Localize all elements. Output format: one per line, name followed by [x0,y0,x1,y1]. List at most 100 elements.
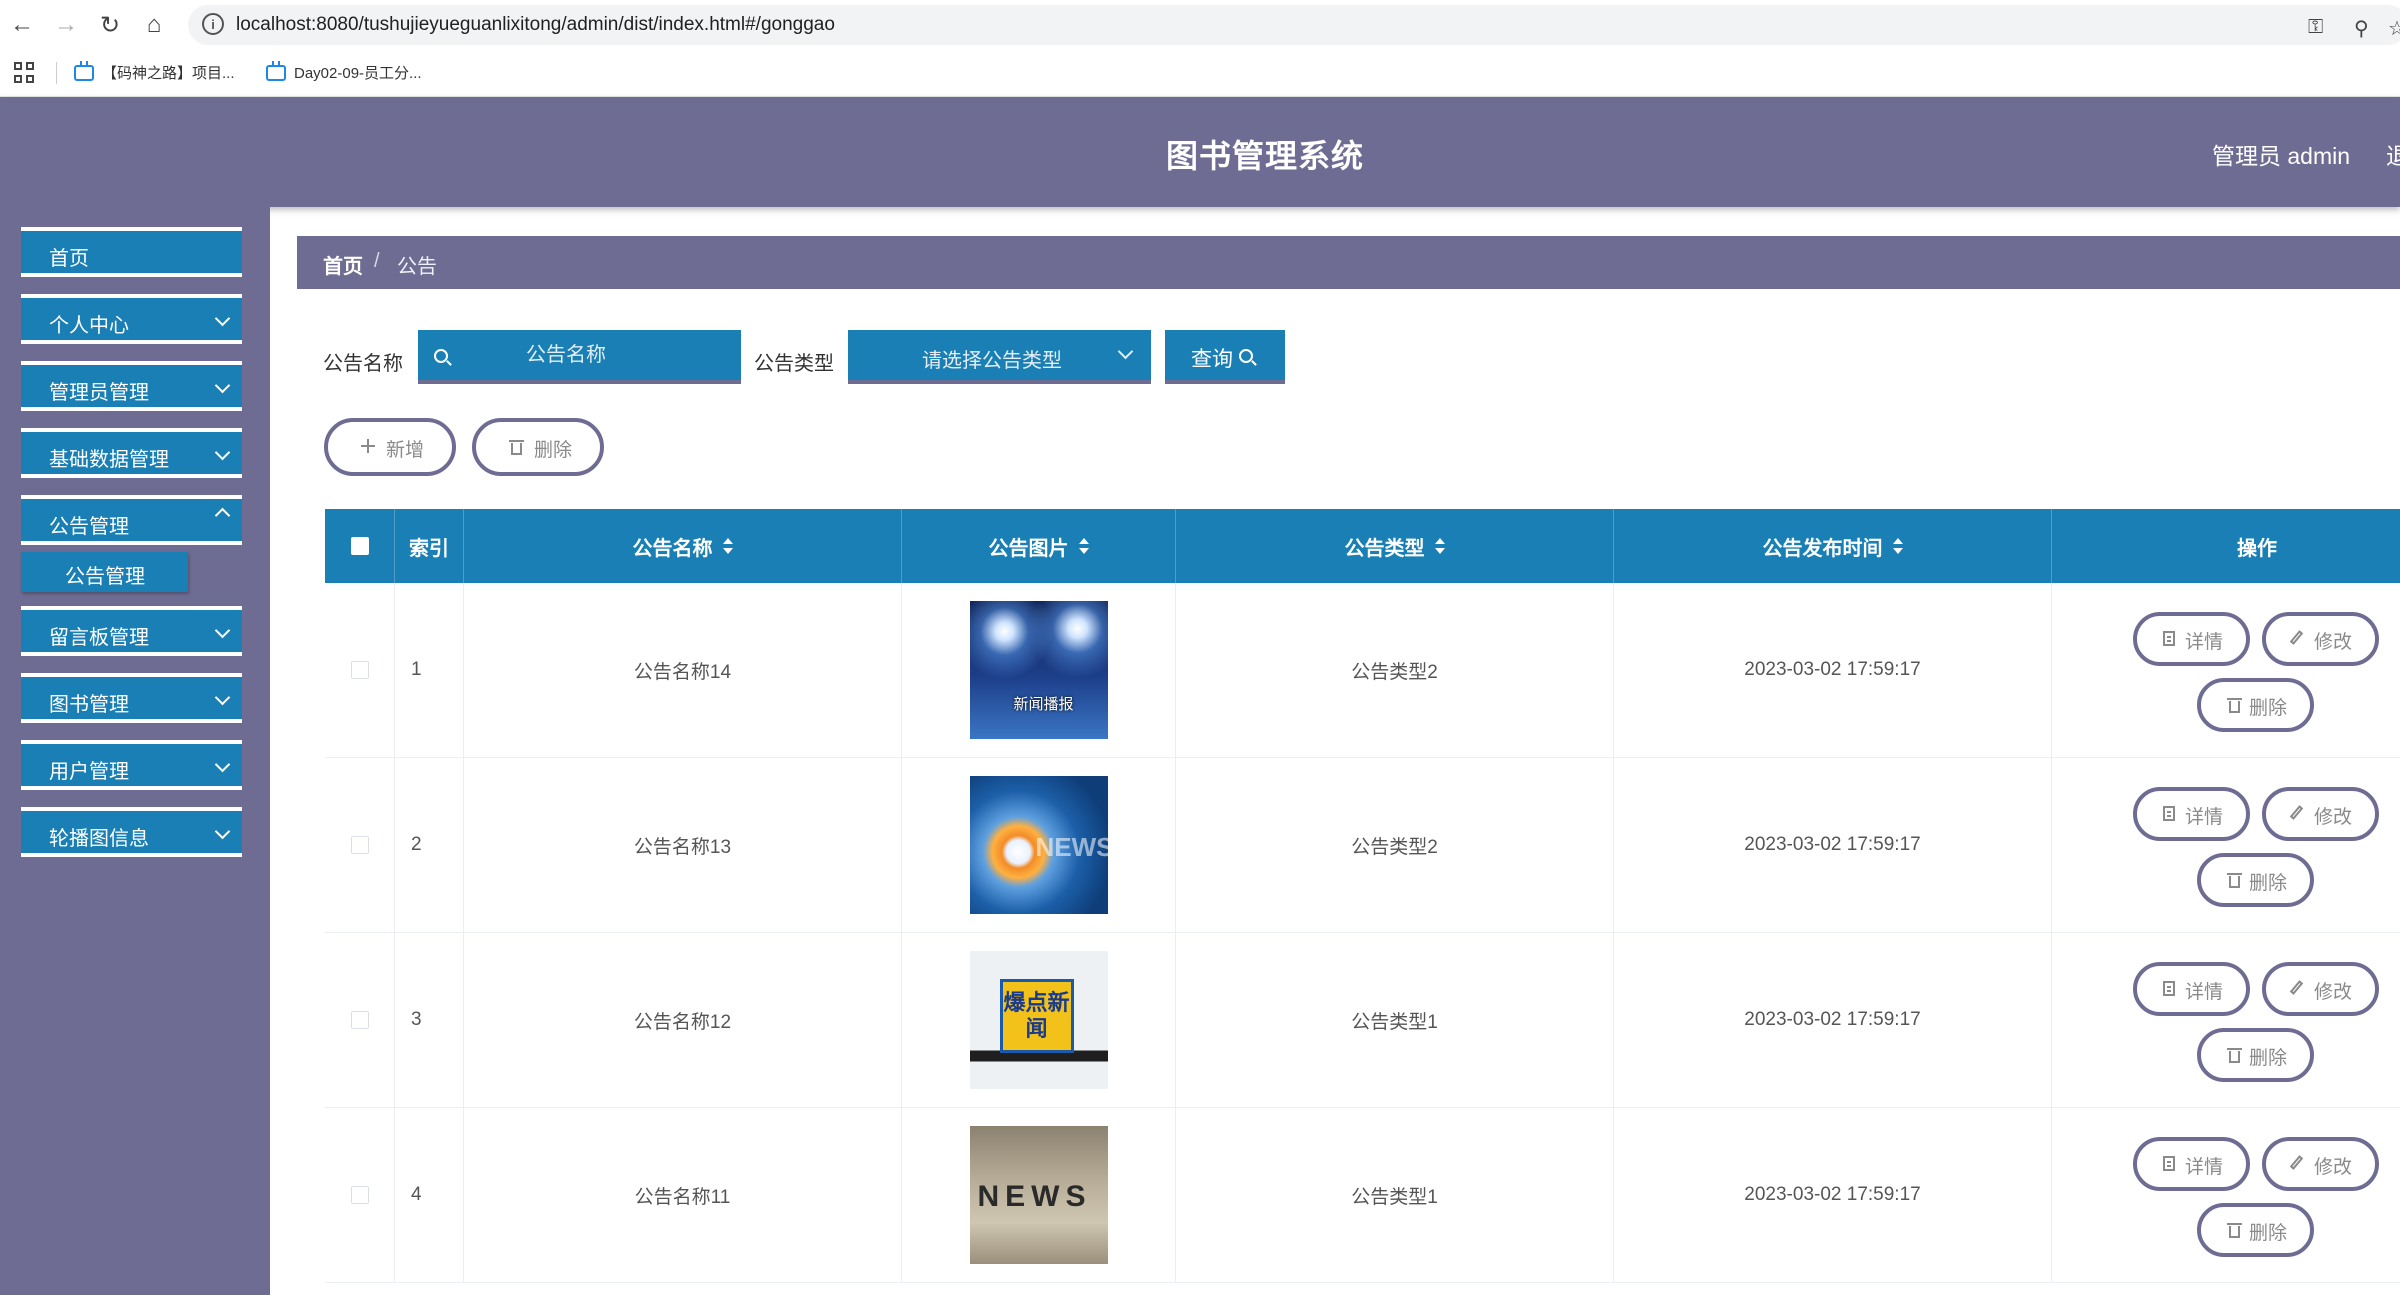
row-checkbox[interactable] [350,661,369,679]
sidebar-item-label: 管理员管理 [49,382,149,404]
sidebar-item-notice-management[interactable]: 公告管理 [21,495,242,545]
edit-button[interactable]: 修改 [2262,962,2379,1016]
notice-name-input[interactable] [462,330,732,380]
sidebar-subitem-notice[interactable]: 公告管理 [21,552,188,592]
zoom-search-icon[interactable]: ⚲ [2354,16,2369,41]
bookmark-item[interactable]: 【码神之路】项目... [74,60,235,83]
logout-link[interactable]: 退 [2386,137,2400,171]
row-type-cell: 公告类型2 [1176,758,1614,932]
detail-button[interactable]: 详情 [2133,962,2250,1016]
row-index: 3 [411,1009,422,1030]
sidebar-item-admin-management[interactable]: 管理员管理 [21,361,242,411]
delete-button[interactable]: 删除 [2197,1203,2314,1257]
column-notice-name[interactable]: 公告名称 [464,509,902,583]
column-notice-type[interactable]: 公告类型 [1176,509,1614,583]
search-icon [434,349,448,363]
sidebar-item-user-management[interactable]: 用户管理 [21,740,242,790]
delete-button[interactable]: 删除 [2197,853,2314,907]
forward-icon[interactable]: → [52,11,80,39]
breadcrumb-home[interactable]: 首页 [323,250,363,279]
delete-button-label: 删除 [2249,1048,2288,1069]
document-icon [2163,981,2175,996]
column-publish-time[interactable]: 公告发布时间 [1614,509,2052,583]
key-icon[interactable]: ⚿ [2308,16,2323,39]
sidebar-item-label: 轮播图信息 [49,828,149,850]
sort-icon[interactable] [1892,538,1903,554]
url-text[interactable]: localhost:8080/tushujieyueguanlixitong/a… [236,14,835,36]
notice-image[interactable]: NEWS [969,1126,1108,1264]
reload-icon[interactable]: ↻ [96,11,124,39]
search-icon [1239,349,1253,363]
select-all-column [325,509,395,583]
row-index-cell: 1 [395,583,464,757]
back-icon[interactable]: ← [8,11,36,39]
browser-address-bar: ← → ↻ ⌂ i localhost:8080/tushujieyueguan… [0,0,2400,50]
notice-name-input-wrap [418,330,741,384]
notice-type-placeholder: 请选择公告类型 [922,350,1062,372]
sidebar-item-carousel[interactable]: 轮播图信息 [21,807,242,857]
bookmark-label: 【码神之路】项目... [102,65,235,82]
chevron-down-icon [214,622,231,639]
select-all-checkbox[interactable] [350,537,369,555]
notice-image[interactable]: 新闻播报 [969,601,1108,739]
edit-button[interactable]: 修改 [2262,787,2379,841]
sidebar-item-label: 个人中心 [49,315,129,337]
row-checkbox[interactable] [350,1186,369,1204]
sort-icon[interactable] [1078,538,1089,554]
column-actions: 操作 [2052,509,2400,583]
current-user: 管理员 admin [2212,143,2351,169]
sidebar-item-book-management[interactable]: 图书管理 [21,673,242,723]
detail-button[interactable]: 详情 [2133,787,2250,841]
notice-image[interactable]: 爆点新闻 [969,951,1108,1089]
sort-icon[interactable] [722,538,733,554]
sidebar-item-label: 留言板管理 [49,627,149,649]
add-button[interactable]: 新增 [324,418,456,476]
app-title: 图书管理系统 [1165,138,1364,174]
notice-type-select[interactable]: 请选择公告类型 [848,330,1151,384]
site-info-icon[interactable]: i [202,13,224,35]
delete-button-label: 删除 [2249,698,2288,719]
image-caption: 新闻播报 [1013,696,1074,713]
sidebar-item-label: 首页 [49,248,89,270]
add-button-label: 新增 [386,440,425,461]
edit-button-label: 修改 [2314,807,2353,828]
breadcrumb-current: 公告 [397,256,437,278]
sort-icon[interactable] [1434,538,1445,554]
detail-button[interactable]: 详情 [2133,1137,2250,1191]
notice-name: 公告名称11 [634,1186,731,1208]
bookmark-item[interactable]: Day02-09-员工分... [266,60,422,83]
edit-button[interactable]: 修改 [2262,1137,2379,1191]
row-select-cell [325,758,395,932]
apps-grid-icon[interactable] [14,62,36,84]
row-index-cell: 4 [395,1108,464,1282]
delete-button[interactable]: 删除 [2197,1028,2314,1082]
chevron-down-icon [214,377,231,394]
detail-button[interactable]: 详情 [2133,612,2250,666]
row-select-cell [325,933,395,1107]
row-name-cell: 公告名称12 [464,933,902,1107]
star-icon[interactable]: ☆ [2388,16,2400,41]
chevron-down-icon [1117,343,1134,360]
column-index: 索引 [395,509,464,583]
column-notice-image[interactable]: 公告图片 [902,509,1176,583]
notice-image[interactable]: NEWS [969,776,1108,914]
row-name-cell: 公告名称14 [464,583,902,757]
sidebar-item-label: 图书管理 [49,694,129,716]
sidebar-item-message-board[interactable]: 留言板管理 [21,606,242,656]
query-button[interactable]: 查询 [1165,330,1285,384]
url-field[interactable]: i localhost:8080/tushujieyueguanlixitong… [188,5,2400,45]
sidebar-item-home[interactable]: 首页 [21,227,242,277]
trash-icon [2227,1048,2242,1063]
row-checkbox[interactable] [350,1011,369,1029]
home-icon[interactable]: ⌂ [140,11,168,39]
plus-icon [361,439,375,453]
row-checkbox[interactable] [350,836,369,854]
batch-delete-button[interactable]: 删除 [472,418,604,476]
row-image-cell: NEWS [902,1108,1176,1282]
edit-button[interactable]: 修改 [2262,612,2379,666]
table-row: 3 公告名称12 爆点新闻 公告类型1 2023-03-02 17:59:17 详情 修改删… [325,933,2400,1108]
sidebar-item-personal-center[interactable]: 个人中心 [21,294,242,344]
delete-button[interactable]: 删除 [2197,678,2314,732]
sidebar-item-basic-data[interactable]: 基础数据管理 [21,428,242,478]
row-image-cell: NEWS [902,758,1176,932]
